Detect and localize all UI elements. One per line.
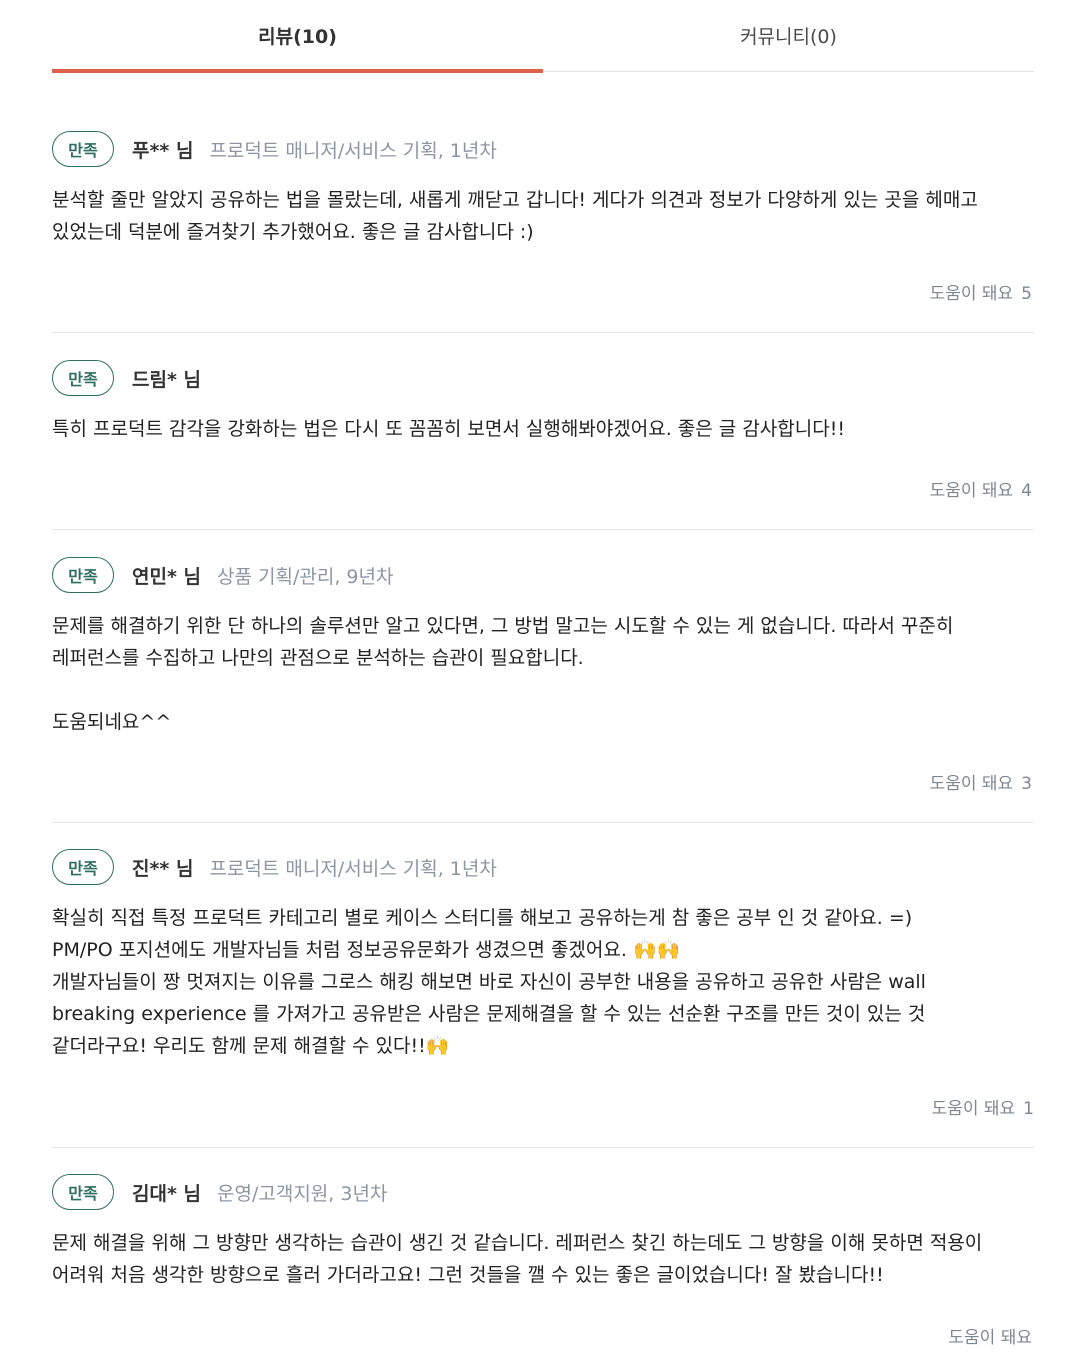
review-text: 확실히 직접 특정 프로덕트 카테고리 별로 케이스 스터디를 해보고 공유하는… — [52, 907, 926, 1057]
divider — [52, 822, 1034, 823]
helpful-button[interactable]: 도움이 돼요 1 — [932, 1094, 1034, 1119]
satisfaction-badge: 만족 — [52, 849, 114, 885]
review-author-job: 프로덕트 매니저/서비스 기획, 1년차 — [209, 857, 497, 880]
review-item: 만족 연민* 님 상품 기획/관리, 9년차 문제를 해결하기 위한 단 하나의… — [52, 556, 1034, 738]
divider — [52, 529, 1034, 530]
review-author-job: 운영/고객지원, 3년차 — [217, 1182, 388, 1205]
satisfaction-badge: 만족 — [52, 557, 114, 593]
helpful-count: 3 — [1021, 774, 1032, 794]
tab-community[interactable]: 커뮤니티(0) — [543, 0, 1034, 71]
helpful-label: 도움이 돼요 — [929, 481, 1014, 501]
divider — [52, 1147, 1034, 1148]
satisfaction-badge: 만족 — [52, 360, 114, 396]
helpful-button[interactable]: 도움이 돼요 5 — [930, 279, 1032, 304]
review-item: 만족 드림* 님 특히 프로덕트 감각을 강화하는 법은 다시 또 꼼꼼히 보면… — [52, 359, 1034, 445]
helpful-label: 도움이 돼요 — [929, 774, 1014, 794]
tab-bar: 리뷰(10) 커뮤니티(0) — [52, 0, 1034, 73]
helpful-label: 도움이 돼요 — [929, 284, 1014, 304]
review-author-job: 프로덕트 매니저/서비스 기획, 1년차 — [209, 139, 497, 162]
helpful-count: 1 — [1023, 1099, 1034, 1119]
tab-reviews[interactable]: 리뷰(10) — [52, 0, 543, 73]
satisfaction-badge: 만족 — [52, 1174, 114, 1210]
review-text: 특히 프로덕트 감각을 강화하는 법은 다시 또 꼼꼼히 보면서 실행해봐야겠어… — [52, 418, 845, 440]
review-author: 푸** 님 — [132, 139, 194, 162]
review-text: 분석할 줄만 알았지 공유하는 법을 몰랐는데, 새롭게 깨닫고 갑니다! 게다… — [52, 189, 978, 243]
review-author: 연민* 님 — [132, 565, 201, 588]
review-item: 만족 김대* 님 운영/고객지원, 3년차 문제 해결을 위해 그 방향만 생각… — [52, 1173, 1034, 1291]
review-item: 만족 푸** 님 프로덕트 매니저/서비스 기획, 1년차 분석할 줄만 알았지… — [52, 130, 1034, 248]
divider — [52, 332, 1034, 333]
review-author: 김대* 님 — [132, 1182, 201, 1205]
helpful-label: 도움이 돼요 — [948, 1328, 1032, 1348]
review-author: 드림* 님 — [132, 368, 201, 391]
review-author: 진** 님 — [132, 857, 194, 880]
helpful-button[interactable]: 도움이 돼요 3 — [930, 769, 1032, 794]
helpful-button[interactable]: 도움이 돼요 — [948, 1323, 1032, 1348]
review-author-job: 상품 기획/관리, 9년차 — [217, 565, 394, 588]
helpful-count: 4 — [1021, 481, 1032, 501]
satisfaction-badge: 만족 — [52, 131, 114, 167]
helpful-count: 5 — [1021, 284, 1032, 304]
helpful-button[interactable]: 도움이 돼요 4 — [930, 476, 1032, 501]
helpful-label: 도움이 돼요 — [931, 1099, 1016, 1119]
review-text: 문제를 해결하기 위한 단 하나의 솔루션만 알고 있다면, 그 방법 말고는 … — [52, 615, 954, 733]
review-item: 만족 진** 님 프로덕트 매니저/서비스 기획, 1년차 확실히 직접 특정 … — [52, 848, 1034, 1062]
review-text: 문제 해결을 위해 그 방향만 생각하는 습관이 생긴 것 같습니다. 레퍼런스… — [52, 1232, 983, 1286]
